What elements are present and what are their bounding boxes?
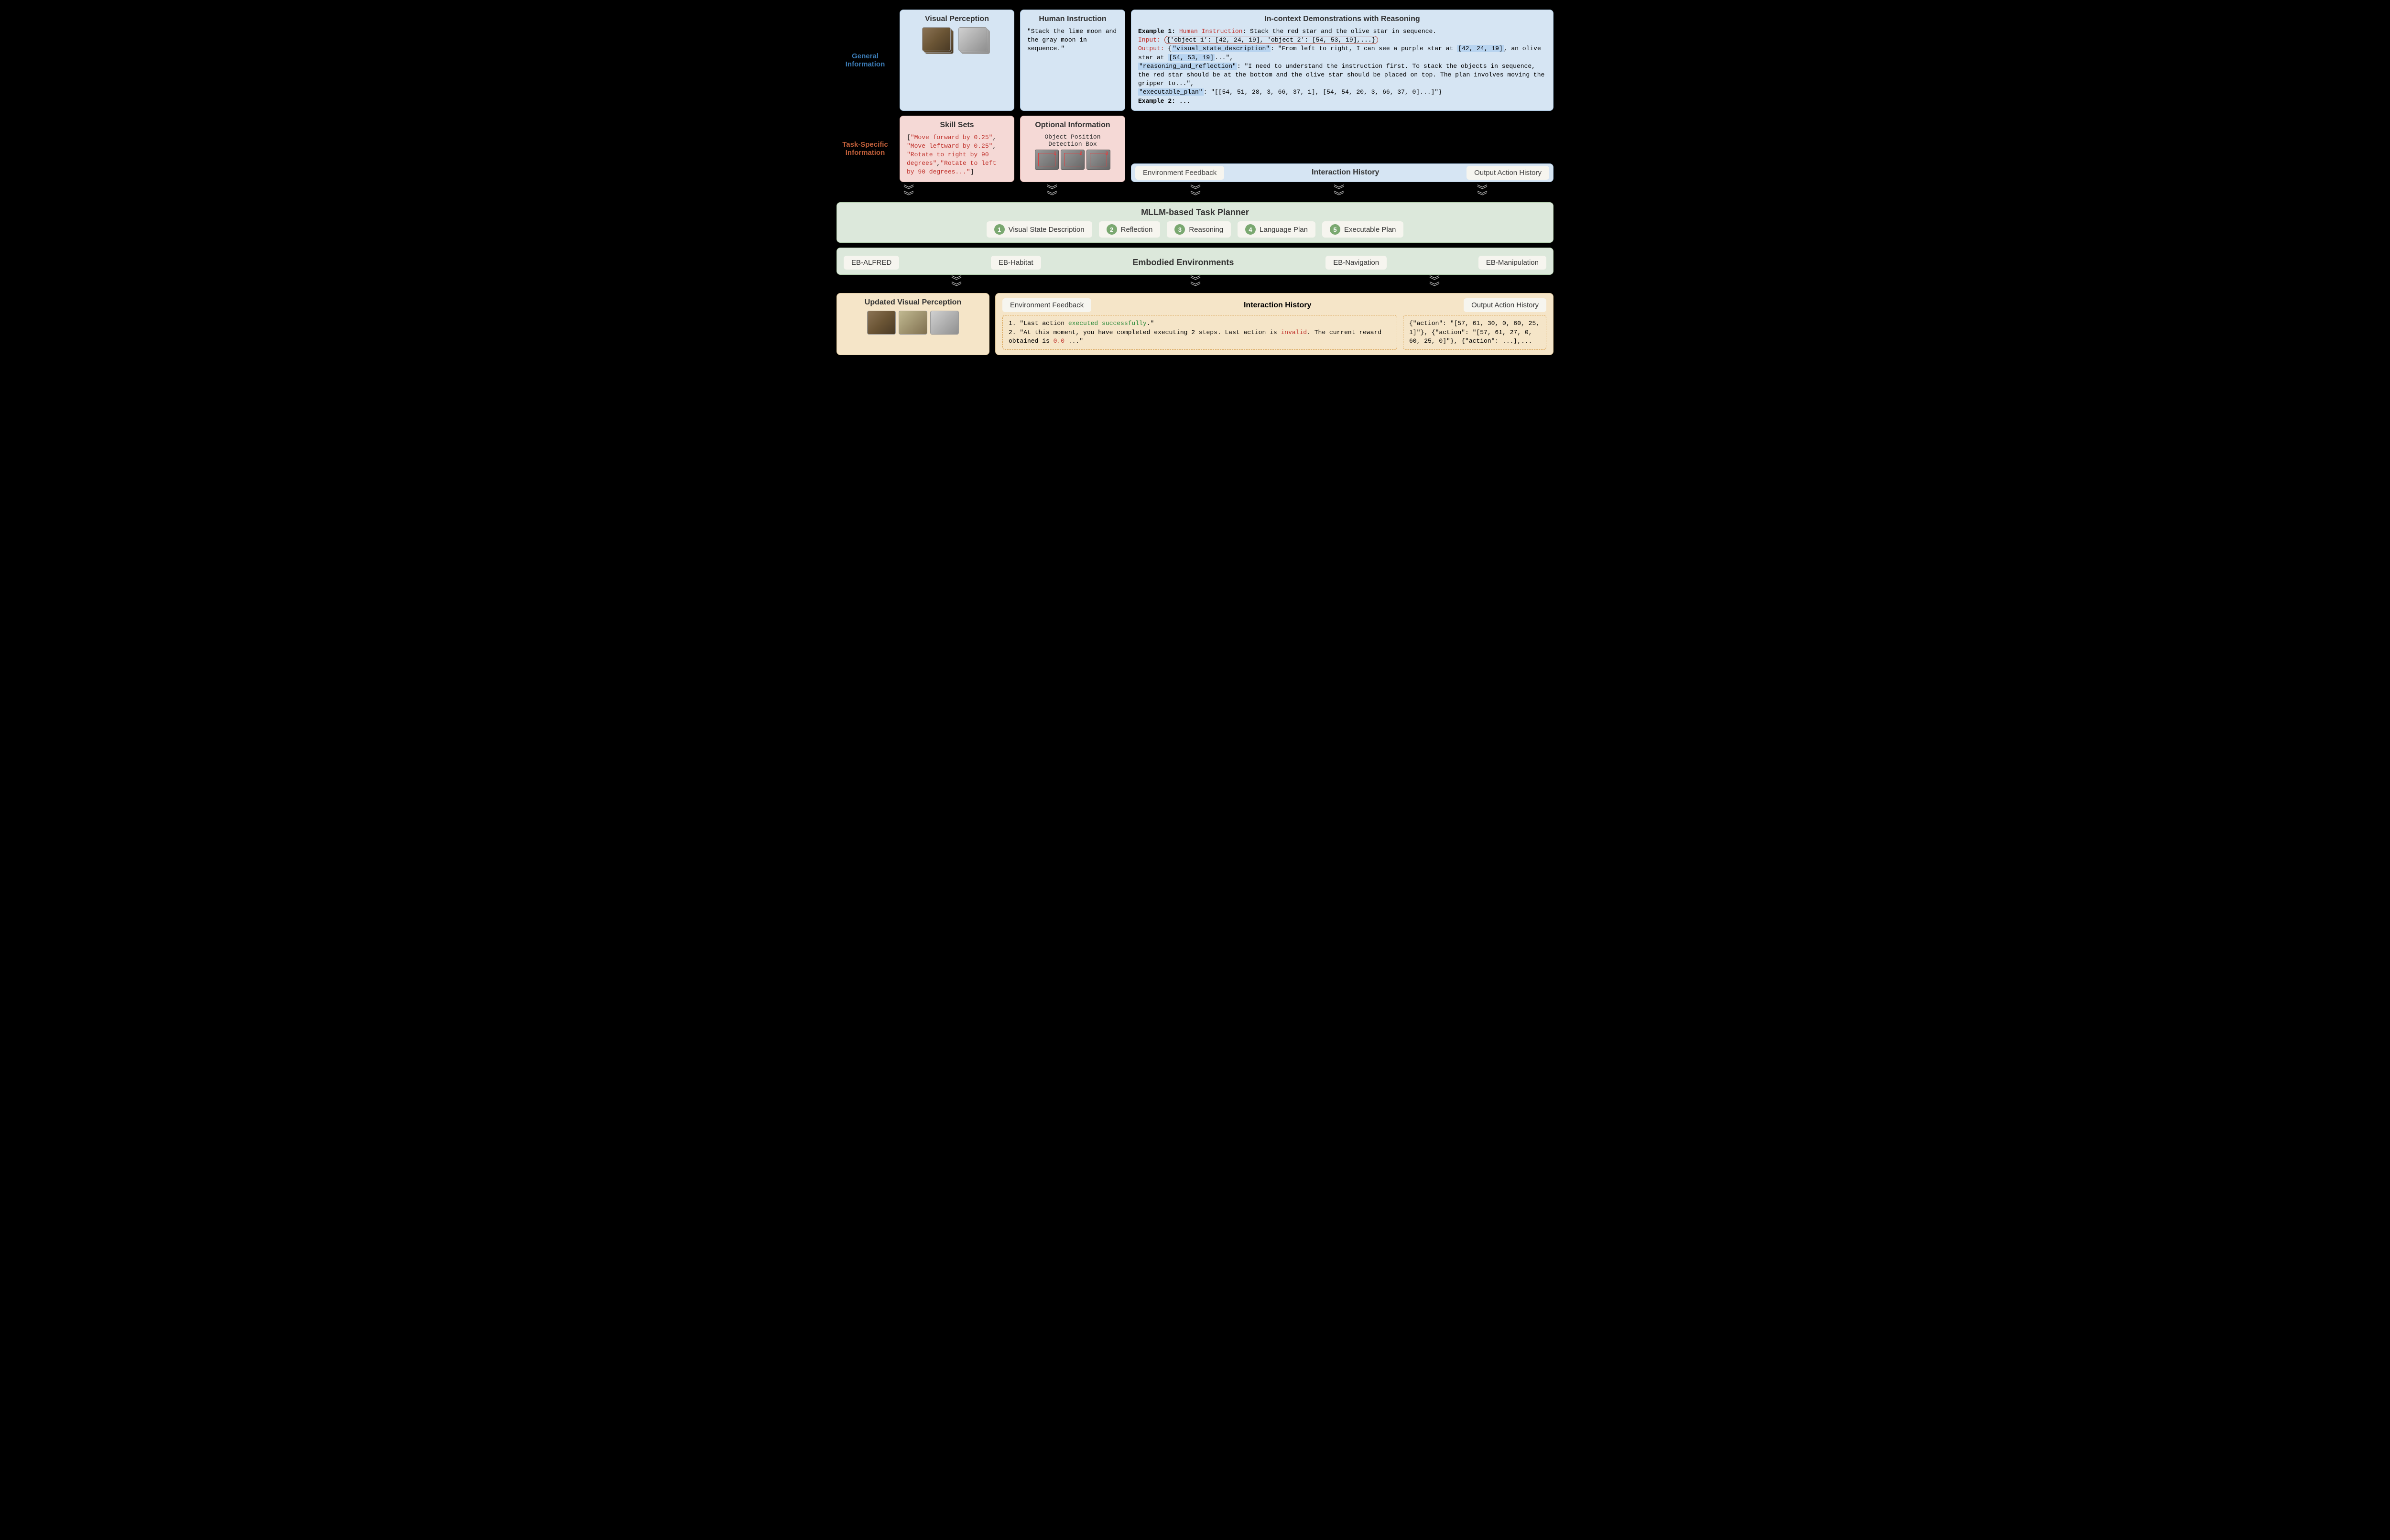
history-title-top: Interaction History (1230, 168, 1461, 177)
row-task: Task-Specific Information Skill Sets ["M… (836, 116, 1554, 182)
chevrons-2: ︾︾ ︾︾ ︾︾ (836, 278, 1554, 290)
thumb-stack-1 (922, 27, 956, 55)
step-1: 1Visual State Description (987, 221, 1092, 238)
diagram-root: General Information Visual Perception Hu… (836, 10, 1554, 355)
env-alfred: EB-ALFRED (844, 256, 899, 270)
thumb (899, 311, 927, 335)
demo-input-label: Input: (1138, 36, 1161, 43)
human-instruction-title: Human Instruction (1027, 15, 1118, 23)
env-habitat: EB-Habitat (991, 256, 1041, 270)
thumb (867, 311, 896, 335)
environments-title: Embodied Environments (1132, 258, 1234, 268)
label-general: General Information (836, 10, 894, 111)
demo-content: Example 1: Human Instruction: Stack the … (1138, 27, 1546, 106)
step-2: 2Reflection (1099, 221, 1161, 238)
det-box-3: 3 (1086, 150, 1110, 170)
demo-hi-label: Human Instruction (1179, 28, 1243, 35)
visual-perception-title: Visual Perception (907, 15, 1007, 23)
planner-steps: 1Visual State Description 2Reflection 3R… (844, 221, 1546, 238)
visual-perception-box: Visual Perception (900, 10, 1014, 111)
step-5: 5Executable Plan (1322, 221, 1403, 238)
planner-box: MLLM-based Task Planner 1Visual State De… (836, 202, 1554, 243)
planner-title: MLLM-based Task Planner (844, 207, 1546, 217)
env-feedback-label-top: Environment Feedback (1135, 166, 1224, 180)
chevron-down-icon: ︾︾ (1047, 187, 1056, 199)
chevrons-1: ︾︾ ︾︾ ︾︾ ︾︾ ︾︾ (836, 187, 1554, 199)
history-top-col: Environment Feedback Interaction History… (1131, 116, 1554, 182)
chevron-down-icon: ︾︾ (1429, 278, 1439, 290)
chevron-down-icon: ︾︾ (951, 278, 961, 290)
optional-info-box: Optional Information Object Position Det… (1020, 116, 1125, 182)
row-general: General Information Visual Perception Hu… (836, 10, 1554, 111)
det-box-2: 2 (1061, 150, 1085, 170)
updated-vp-box: Updated Visual Perception (836, 293, 989, 355)
action-history-label-bottom: Output Action History (1464, 298, 1546, 312)
history-bottom-box: Environment Feedback Interaction History… (995, 293, 1554, 355)
feedback-content: 1. "Last action executed successfully." … (1002, 315, 1397, 350)
step-4: 4Language Plan (1238, 221, 1315, 238)
action-history-label-top: Output Action History (1467, 166, 1549, 180)
env-navigation: EB-Navigation (1325, 256, 1387, 270)
optional-line1: Object Position (1027, 133, 1118, 141)
environments-box: EB-ALFRED EB-Habitat Embodied Environmen… (836, 248, 1554, 275)
demo-hi-text: : Stack the red star and the olive star … (1242, 28, 1436, 35)
ex1-label: Example 1: (1138, 28, 1175, 35)
chevron-down-icon: ︾︾ (1477, 187, 1487, 199)
label-task: Task-Specific Information (836, 116, 894, 182)
demonstrations-title: In-context Demonstrations with Reasoning (1138, 15, 1546, 23)
chevron-down-icon: ︾︾ (903, 187, 913, 199)
history-bottom-header: Environment Feedback Interaction History… (1002, 298, 1546, 312)
thumb (930, 311, 959, 335)
updated-thumbs (844, 311, 982, 335)
history-title-bottom: Interaction History (1097, 301, 1458, 310)
detection-boxes: 1 2 3 (1027, 150, 1118, 170)
thumb-stack-2 (958, 27, 992, 55)
ep-key: "executable_plan" (1138, 88, 1204, 96)
skill-sets-title: Skill Sets (907, 121, 1007, 130)
ex2-label: Example 2: ... (1138, 98, 1190, 105)
env-row: EB-ALFRED EB-Habitat Embodied Environmen… (844, 256, 1546, 270)
skill-sets-code: ["Move forward by 0.25", "Move leftward … (907, 133, 1007, 177)
optional-info-title: Optional Information (1027, 121, 1118, 130)
rr-key: "reasoning_and_reflection" (1138, 63, 1237, 70)
step-3: 3Reasoning (1167, 221, 1231, 238)
chevron-down-icon: ︾︾ (1334, 187, 1343, 199)
optional-line2: Detection Box (1027, 141, 1118, 148)
skill-sets-box: Skill Sets ["Move forward by 0.25", "Mov… (900, 116, 1014, 182)
chevron-down-icon: ︾︾ (1190, 187, 1200, 199)
demo-input-text: {'object 1': [42, 24, 19], 'object 2': [… (1164, 36, 1378, 44)
vsd-key: "visual_state_description" (1172, 45, 1271, 52)
human-instruction-box: Human Instruction "Stack the lime moon a… (1020, 10, 1125, 111)
action-content: {"action": "[57, 61, 30, 0, 60, 25, 1]"}… (1403, 315, 1546, 350)
env-manipulation: EB-Manipulation (1478, 256, 1546, 270)
env-feedback-label-bottom: Environment Feedback (1002, 298, 1091, 312)
det-box-1: 1 (1035, 150, 1059, 170)
row-bottom: Updated Visual Perception Environment Fe… (836, 293, 1554, 355)
demonstrations-box: In-context Demonstrations with Reasoning… (1131, 10, 1554, 111)
demo-output-label: Output: (1138, 45, 1164, 52)
interaction-history-top: Environment Feedback Interaction History… (1131, 163, 1554, 182)
perception-thumbs (907, 27, 1007, 55)
human-instruction-text: "Stack the lime moon and the gray moon i… (1027, 27, 1118, 54)
updated-vp-title: Updated Visual Perception (844, 298, 982, 307)
chevron-down-icon: ︾︾ (1190, 278, 1200, 290)
